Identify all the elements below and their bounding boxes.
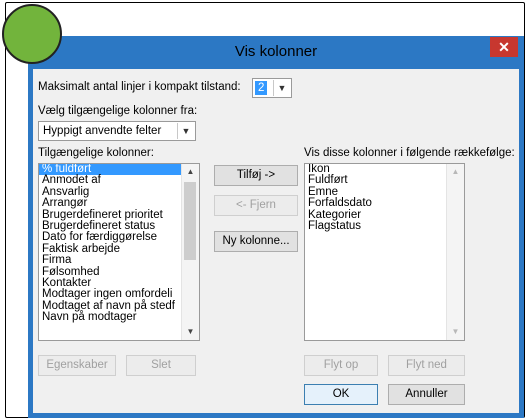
available-items: % fuldført Anmodet af Ansvarlig Arrangør Bru… bbox=[39, 164, 199, 323]
list-item[interactable]: Forfaldsdato bbox=[305, 197, 464, 209]
shown-items: Ikon Fuldført Emne Forfaldsdato Kategorier Fl… bbox=[305, 164, 464, 232]
max-lines-select[interactable]: 2 ▼ bbox=[252, 78, 292, 98]
shown-columns-list[interactable]: Ikon Fuldført Emne Forfaldsdato Kategorier Fl… bbox=[304, 163, 465, 341]
source-select[interactable]: Hyppigt anvendte felter ▼ bbox=[38, 121, 196, 141]
green-circle-badge bbox=[2, 4, 62, 64]
title-bar[interactable]: Vis kolonner ✕ bbox=[28, 36, 524, 68]
source-label: Vælg tilgængelige kolonner fra: bbox=[38, 105, 198, 117]
available-scrollbar[interactable]: ▲ ▼ bbox=[181, 164, 199, 340]
max-lines-value: 2 bbox=[255, 81, 268, 95]
scroll-down-icon[interactable]: ▼ bbox=[447, 324, 464, 340]
source-value: Hyppigt anvendte felter bbox=[43, 125, 162, 137]
close-icon: ✕ bbox=[498, 39, 510, 55]
dialog-title: Vis kolonner bbox=[234, 43, 318, 60]
chevron-down-icon[interactable]: ▼ bbox=[177, 123, 194, 139]
add-button[interactable]: Tilføj -> bbox=[214, 165, 298, 186]
list-item[interactable]: Flagstatus bbox=[305, 220, 464, 232]
scroll-up-icon[interactable]: ▲ bbox=[447, 164, 464, 180]
list-item[interactable]: Modtager ingen omfordeli bbox=[39, 288, 199, 300]
new-column-button[interactable]: Ny kolonne... bbox=[214, 231, 298, 252]
move-up-button[interactable]: Flyt op bbox=[304, 355, 378, 376]
shown-scrollbar[interactable]: ▲ ▼ bbox=[446, 164, 464, 340]
scroll-thumb[interactable] bbox=[184, 182, 196, 260]
vis-kolonner-dialog: Vis kolonner ✕ Maksimalt antal linjer i … bbox=[28, 36, 524, 418]
dialog-body: Maksimalt antal linjer i kompakt tilstan… bbox=[33, 69, 519, 413]
move-down-button[interactable]: Flyt ned bbox=[388, 355, 465, 376]
scroll-down-icon[interactable]: ▼ bbox=[182, 324, 199, 340]
max-lines-label: Maksimalt antal linjer i kompakt tilstan… bbox=[38, 81, 241, 93]
delete-button[interactable]: Slet bbox=[126, 355, 196, 376]
list-item[interactable]: Firma bbox=[39, 254, 199, 266]
cancel-button[interactable]: Annuller bbox=[388, 384, 465, 405]
list-item[interactable]: Arrangør bbox=[39, 197, 199, 209]
shown-label: Vis disse kolonner i følgende rækkefølge… bbox=[304, 147, 515, 159]
close-button[interactable]: ✕ bbox=[490, 37, 518, 57]
ok-button[interactable]: OK bbox=[304, 384, 378, 405]
chevron-down-icon[interactable]: ▼ bbox=[273, 80, 290, 96]
available-label: Tilgængelige kolonner: bbox=[38, 147, 154, 159]
scroll-up-icon[interactable]: ▲ bbox=[182, 164, 199, 180]
list-item[interactable]: Navn på modtager bbox=[39, 311, 199, 323]
remove-button[interactable]: <- Fjern bbox=[214, 195, 298, 216]
properties-button[interactable]: Egenskaber bbox=[38, 355, 116, 376]
available-columns-list[interactable]: % fuldført Anmodet af Ansvarlig Arrangør Bru… bbox=[38, 163, 200, 341]
